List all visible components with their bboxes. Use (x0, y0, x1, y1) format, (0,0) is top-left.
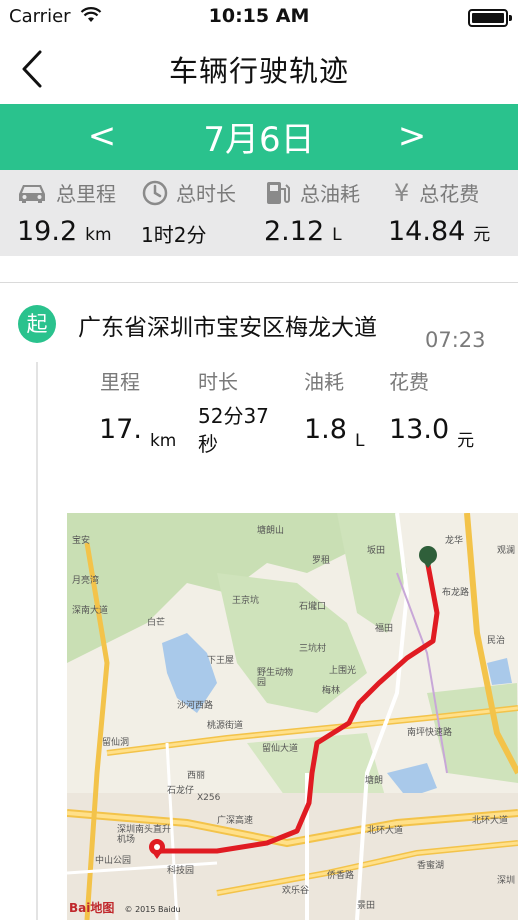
trip-fuel: 1.8 L (304, 414, 364, 451)
map-label: 北环大道 (367, 826, 404, 836)
trip-cost: 13.0 元 (389, 414, 474, 451)
date-label: 7月6日 (203, 120, 315, 160)
summary-cost-unit: 元 (473, 225, 491, 245)
baidu-logo: Bai地图 (69, 901, 115, 915)
trip-cost-value: 13.0 (389, 414, 450, 445)
status-bar: Carrier 10:15 AM (0, 0, 518, 34)
clock-icon (142, 180, 168, 205)
map-label: 三坑村 (299, 644, 327, 654)
map-label: 景田 (357, 901, 376, 911)
trip-cost-unit: 元 (457, 431, 475, 451)
map-label: 沙河西路 (177, 701, 214, 711)
fuel-pump-icon (267, 181, 290, 204)
route-map[interactable]: 塘朗山 桃源街道 西丽 留仙洞 中山公园 科技园 深圳南头直升机场 欢乐谷 侨香… (67, 513, 518, 920)
map-label: 广深高速 (217, 816, 254, 826)
map-label: 石龙仔 (167, 786, 195, 796)
map-label: 南坪快速路 (407, 728, 453, 738)
map-label: 中山公园 (95, 856, 132, 866)
map-label: 深圳 (497, 876, 516, 886)
map-label: 龙华 (445, 536, 464, 546)
trip-fuel-unit: L (354, 431, 365, 451)
trip-mileage-unit: km (149, 431, 177, 451)
nav-bar: 车辆行驶轨迹 (0, 34, 518, 104)
summary-panel: 总里程 19.2 km 总时长 1时2分 总油耗 2.12 L ¥ 总花费 14… (0, 170, 518, 256)
start-address[interactable]: 广东省深圳市宝安区梅龙大道 (78, 308, 377, 342)
trip-mileage-value: 17. (99, 414, 142, 445)
map-label: 宝安 (72, 536, 91, 546)
start-badge: 起 (18, 305, 56, 343)
summary-cost-value: 14.84 (388, 216, 466, 247)
map-label: 王京坑 (232, 596, 260, 606)
map-labels: 塘朗山 桃源街道 西丽 留仙洞 中山公园 科技园 深圳南头直升机场 欢乐谷 侨香… (67, 513, 518, 920)
trip-fuel-value: 1.8 (304, 414, 347, 445)
summary-fuel-unit: L (332, 225, 342, 245)
start-time: 07:23 (425, 328, 486, 352)
map-label: 福田 (375, 624, 394, 634)
summary-mileage-value: 19.2 (17, 216, 78, 247)
map-label: 北环大道 (472, 816, 509, 826)
car-icon (19, 184, 45, 203)
map-label: 坂田 (367, 546, 386, 556)
map-label: 塘朗山 (257, 526, 285, 536)
trip-duration-suffix: 秒 (198, 432, 218, 456)
map-label: 梅林 (322, 686, 341, 696)
map-label: 布龙路 (442, 588, 470, 598)
trip-cost-label: 花费 (389, 370, 429, 394)
timeline-line (36, 362, 38, 920)
clock: 10:15 AM (208, 5, 310, 27)
trip-duration-value: 52分37 (198, 404, 269, 428)
map-label: 深南大道 (72, 606, 109, 616)
section-divider (0, 282, 518, 283)
map-label: 欢乐谷 (282, 886, 310, 896)
trip-mileage-label: 里程 (100, 370, 140, 394)
next-day-button[interactable]: > (392, 116, 432, 156)
battery-icon (468, 9, 512, 27)
trip-duration: 52分37 秒 (198, 402, 269, 458)
trip-fuel-label: 油耗 (304, 370, 344, 394)
map-label: 留仙大道 (262, 744, 299, 754)
map-label: 下王屋 (207, 656, 235, 666)
map-label: 塘朗 (365, 776, 384, 786)
map-label: 西丽 (187, 771, 206, 781)
map-label: 月亮湾 (72, 576, 100, 586)
map-label: 上围光 (329, 666, 357, 676)
map-label: 民治 (487, 636, 506, 646)
trip-duration-label: 时长 (198, 370, 238, 394)
summary-fuel-label: 总油耗 (300, 182, 360, 206)
page-title: 车辆行驶轨迹 (168, 54, 349, 88)
summary-mileage-label: 总里程 (56, 182, 116, 206)
map-label: 野生动物园 (257, 668, 294, 688)
map-label: 石壠口 (299, 602, 327, 612)
summary-fuel-value: 2.12 (264, 216, 325, 247)
map-label: 罗租 (312, 556, 331, 566)
summary-cost-label: 总花费 (419, 182, 480, 206)
map-label: 侨香路 (327, 871, 355, 881)
map-label: X256 (197, 793, 221, 803)
summary-duration-label: 总时长 (176, 182, 236, 206)
map-label: 深圳南头直升机场 (117, 825, 172, 845)
trip-mileage: 17. km (99, 414, 176, 451)
map-label: 观澜 (497, 546, 516, 556)
map-label: 科技园 (167, 866, 195, 876)
yen-icon: ¥ (394, 178, 410, 207)
map-label: 香蜜湖 (417, 861, 445, 871)
date-selector: < 7月6日 > (0, 104, 518, 170)
map-label: 白芒 (147, 618, 166, 628)
summary-duration-value: 1时2分 (141, 223, 207, 247)
map-copyright: © 2015 Baidu (124, 905, 181, 914)
map-label: 留仙洞 (102, 738, 130, 748)
map-attribution: Bai地图 © 2015 Baidu (69, 899, 181, 916)
map-label: 桃源街道 (207, 721, 244, 731)
summary-mileage-unit: km (85, 225, 112, 245)
